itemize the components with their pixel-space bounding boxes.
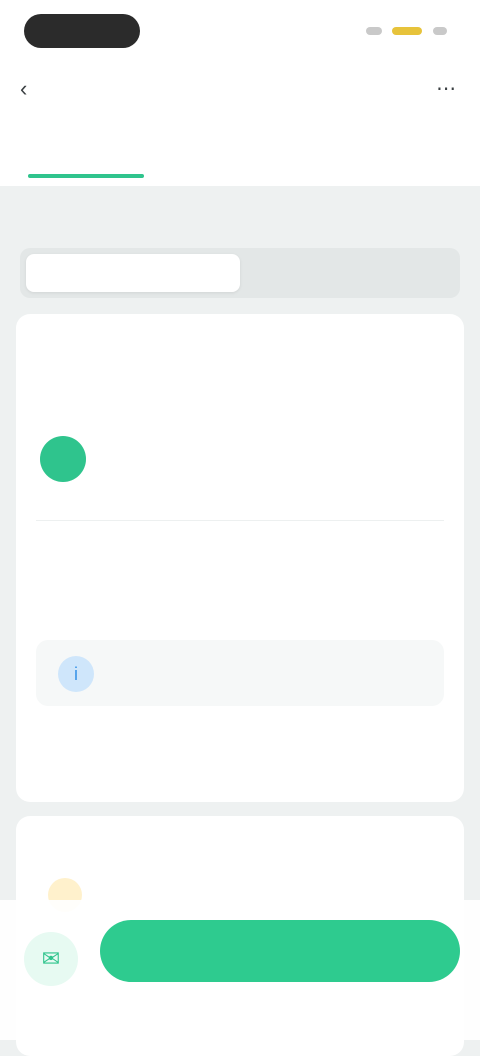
- avatar: [40, 436, 86, 482]
- chevron-left-icon[interactable]: ‹: [20, 76, 27, 102]
- navigation-bar: ‹ ⋯: [0, 62, 480, 114]
- battery-icon: [392, 27, 423, 35]
- primary-cta-button[interactable]: [100, 920, 460, 982]
- divider: [36, 520, 444, 521]
- status-bar: [0, 0, 480, 62]
- bottom-action-bar: ✉: [0, 900, 480, 1040]
- segment-1[interactable]: [26, 254, 240, 292]
- signal-icon: [366, 27, 382, 35]
- segment-2[interactable]: [240, 254, 454, 292]
- segmented-control: [20, 248, 460, 298]
- status-icons: [360, 22, 450, 42]
- info-icon: i: [58, 656, 94, 692]
- dynamic-island: [24, 14, 140, 48]
- tab-bar: [0, 114, 480, 186]
- active-tab-indicator: [28, 174, 144, 178]
- wifi-icon: [432, 27, 447, 35]
- details-card: i: [16, 314, 464, 802]
- info-row[interactable]: i: [36, 640, 444, 706]
- chat-icon[interactable]: ✉: [24, 932, 78, 986]
- more-icon[interactable]: ⋯: [436, 76, 456, 101]
